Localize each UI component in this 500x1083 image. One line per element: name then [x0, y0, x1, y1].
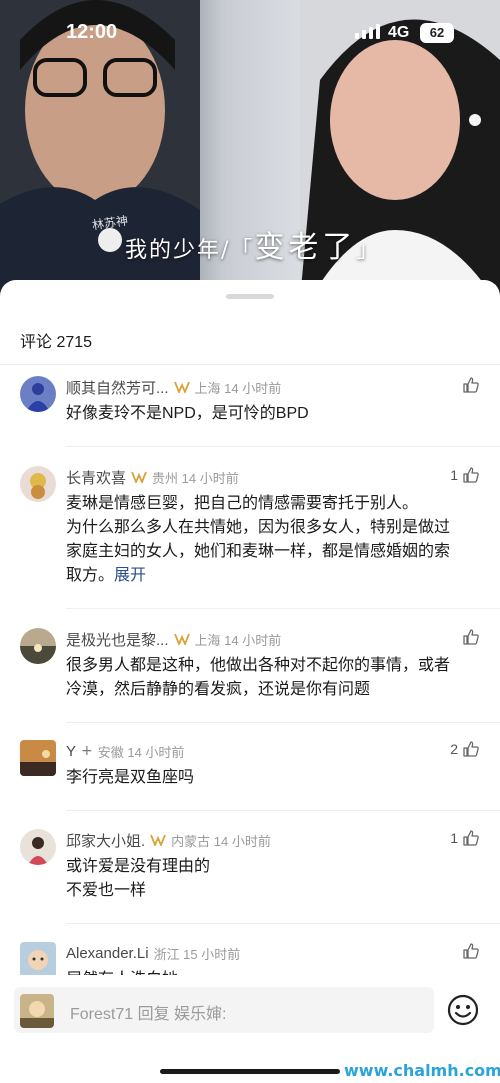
comment-location-time: 内蒙古 14 小时前	[171, 833, 271, 849]
like-count: 2	[450, 741, 458, 757]
comment-divider	[66, 608, 500, 609]
avatar[interactable]	[20, 466, 56, 502]
comment-text[interactable]: 或许爱是没有理由的 不爱也一样	[66, 855, 486, 903]
video-subtitle: 我的少年/「变老了」	[125, 230, 381, 265]
reply-bar: Forest71 回复 娱乐婶: www.chalmh.com	[0, 975, 500, 1083]
comment-divider	[66, 446, 500, 447]
status-bar: 12:00 4G 62	[0, 0, 500, 66]
comment-text[interactable]: 很多男人都是这种，他做出各种对不起你的事情，或者 冷漠，然后静静的看发疯，还说是…	[66, 654, 486, 702]
comment-location-time: 贵州 14 小时前	[152, 470, 239, 486]
smile-emoji-icon	[447, 994, 479, 1026]
avatar[interactable]	[20, 628, 56, 664]
like-button[interactable]	[462, 942, 480, 960]
comment-text[interactable]: 李行亮是双鱼座吗	[66, 766, 486, 790]
comment-username[interactable]: 长青欢喜	[66, 467, 126, 488]
watermark: www.chalmh.com	[344, 1061, 500, 1080]
comment-sheet: 评论 2715 顺其自然芳可... 上海 14 小时前 好像麦玲不是NPD，是可…	[0, 280, 500, 1083]
plus-badge-icon: +	[81, 743, 93, 759]
comment-divider	[66, 923, 500, 924]
comment-username[interactable]: 邱家大小姐.	[66, 830, 145, 851]
reply-input[interactable]: Forest71 回复 娱乐婶:	[14, 987, 434, 1033]
like-button[interactable]	[462, 628, 480, 646]
comment-divider	[66, 722, 500, 723]
vip-badge-icon	[131, 471, 147, 483]
signal-strength-icon	[355, 24, 380, 39]
vip-badge-icon	[150, 834, 167, 846]
status-time: 12:00	[66, 21, 118, 43]
thumbs-up-icon	[463, 377, 479, 393]
like-button[interactable]: 1	[450, 466, 480, 484]
like-count: 1	[450, 830, 458, 846]
like-button[interactable]: 1	[450, 829, 480, 847]
network-type: 4G	[388, 24, 410, 41]
comment-text[interactable]: 麦琳是情感巨婴，把自己的情感需要寄托于别人。 为什么那么多人在共情她，因为很多女…	[66, 492, 486, 588]
comment-location-time: 浙江 15 小时前	[153, 946, 241, 962]
thumbs-up-icon	[463, 467, 479, 483]
comment-username[interactable]: 顺其自然芳可...	[66, 377, 169, 398]
comment-location-time: 上海 14 小时前	[194, 632, 282, 648]
like-button[interactable]	[462, 376, 480, 394]
battery-icon: 62	[420, 23, 454, 43]
emoji-button[interactable]	[446, 993, 480, 1027]
like-button[interactable]: 2	[450, 740, 480, 758]
comment-username[interactable]: Y	[66, 743, 76, 760]
expand-link[interactable]: 展开	[114, 567, 146, 584]
avatar[interactable]	[20, 376, 56, 412]
reply-placeholder: Forest71 回复 娱乐婶:	[70, 1006, 227, 1023]
thumbs-up-icon	[463, 741, 479, 757]
avatar[interactable]	[20, 829, 56, 865]
comment-username[interactable]: 是极光也是黎...	[66, 629, 169, 650]
vip-badge-icon	[173, 381, 190, 393]
vip-badge-icon	[173, 633, 190, 645]
comment-username[interactable]: Alexander.Li	[66, 945, 149, 962]
sheet-drag-handle[interactable]	[226, 294, 274, 299]
comment-count: 评论 2715	[20, 334, 93, 351]
comment-location-time: 安徽 14 小时前	[97, 744, 185, 760]
comment-location-time: 上海 14 小时前	[194, 380, 282, 396]
avatar[interactable]	[20, 942, 56, 978]
comment-text[interactable]: 好像麦玲不是NPD，是可怜的BPD	[66, 402, 486, 426]
thumbs-up-icon	[463, 943, 479, 959]
home-indicator[interactable]	[160, 1069, 340, 1074]
like-count: 1	[450, 467, 458, 483]
avatar	[20, 994, 54, 1028]
thumbs-up-icon	[463, 629, 479, 645]
avatar[interactable]	[20, 740, 56, 776]
divider	[0, 364, 500, 365]
thumbs-up-icon	[463, 830, 479, 846]
comment-divider	[66, 810, 500, 811]
